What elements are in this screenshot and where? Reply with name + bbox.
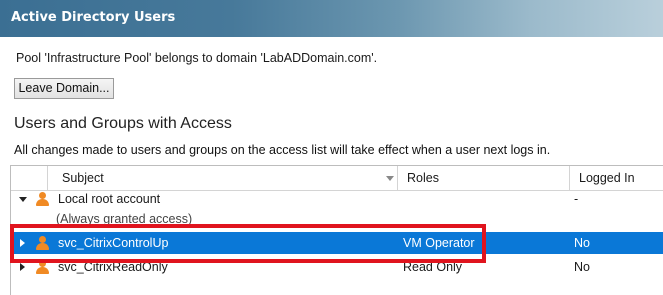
pool-domain-info: Pool 'Infrastructure Pool' belongs to do… bbox=[16, 51, 378, 65]
collapse-arrow-icon[interactable] bbox=[19, 197, 27, 202]
header-separator bbox=[569, 166, 570, 190]
role-cell: VM Operator bbox=[403, 236, 475, 250]
sort-arrow-icon bbox=[386, 176, 394, 181]
expand-arrow-icon[interactable] bbox=[20, 239, 25, 247]
logged-in-cell: - bbox=[574, 192, 579, 206]
table-row: (Always granted access) bbox=[11, 210, 663, 232]
subject-subtext: (Always granted access) bbox=[56, 212, 193, 226]
column-header-roles[interactable]: Roles bbox=[407, 166, 439, 190]
subject-cell: svc_CitrixControlUp bbox=[58, 236, 169, 250]
logged-in-cell: No bbox=[574, 236, 590, 250]
window-title: Active Directory Users bbox=[11, 10, 176, 25]
column-header-subject[interactable]: Subject bbox=[62, 166, 104, 190]
table-row[interactable]: svc_CitrixReadOnly Read Only No bbox=[11, 256, 663, 278]
title-bar: Active Directory Users bbox=[0, 0, 663, 37]
user-icon bbox=[35, 260, 49, 274]
section-title: Users and Groups with Access bbox=[14, 115, 232, 132]
header-separator bbox=[397, 166, 398, 190]
subject-cell: svc_CitrixReadOnly bbox=[58, 260, 168, 274]
role-cell: Read Only bbox=[403, 260, 463, 274]
table-row[interactable]: Local root account - bbox=[11, 188, 663, 210]
subject-cell: Local root account bbox=[58, 192, 161, 206]
users-groups-grid[interactable]: Subject Roles Logged In Local root accou… bbox=[10, 165, 663, 295]
user-icon bbox=[35, 192, 49, 206]
expand-arrow-icon[interactable] bbox=[20, 263, 25, 271]
logged-in-cell: No bbox=[574, 260, 590, 274]
column-header-logged-in[interactable]: Logged In bbox=[579, 166, 635, 190]
header-separator bbox=[47, 166, 48, 190]
access-note: All changes made to users and groups on … bbox=[14, 143, 551, 157]
user-icon bbox=[35, 236, 49, 250]
leave-domain-button[interactable]: Leave Domain... bbox=[14, 78, 114, 99]
table-row-selected[interactable]: svc_CitrixControlUp VM Operator No bbox=[11, 232, 663, 254]
